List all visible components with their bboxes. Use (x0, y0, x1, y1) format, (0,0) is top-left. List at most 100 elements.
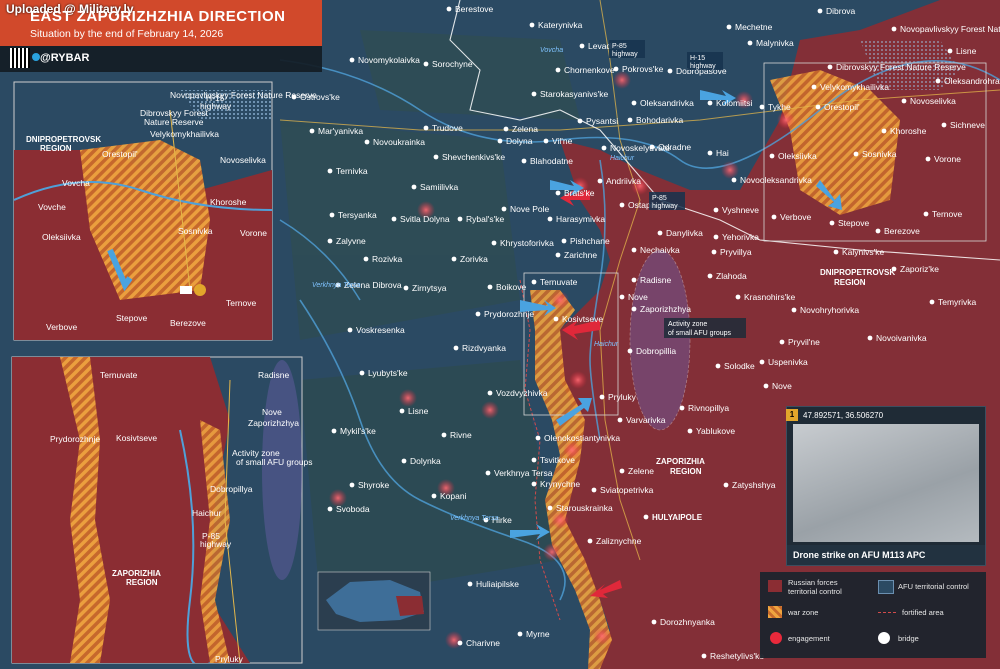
inset-tl-label: Vovche (38, 202, 66, 212)
place-label: Orestopil' (824, 102, 860, 112)
road-label-line2: highway (652, 203, 678, 210)
settlement-icon (853, 151, 859, 157)
region-label-line2: REGION (670, 467, 702, 476)
place-label: Samiilivka (420, 182, 459, 192)
road-label-line2: highway (612, 51, 638, 58)
settlement-icon (349, 57, 355, 63)
settlement-icon (403, 285, 409, 291)
place-label: Vyshneve (722, 205, 759, 215)
place-label: Lyubyts'ke (368, 368, 408, 378)
inset-tl-region: DNIPROPETROVSK (26, 135, 101, 144)
settlement-icon (411, 184, 417, 190)
settlement-icon (929, 299, 935, 305)
place-label: Starouskrainka (556, 503, 613, 513)
river-label: Haichur (594, 341, 619, 348)
place-label: Katerynivka (538, 20, 583, 30)
inset-bottom-left: Ternuvate Radisne NoveZaporizhzhya Prydoroz… (11, 356, 313, 664)
place-label: Mykil's'ke (340, 426, 376, 436)
settlement-icon (331, 428, 337, 434)
apc-icon (180, 286, 192, 294)
inset-bl-label: Nove (262, 407, 282, 417)
brand-handle[interactable]: @RYBAR (40, 52, 89, 64)
place-label: Dobropillia (636, 346, 676, 356)
settlement-icon (829, 220, 835, 226)
place-label: Zorivka (460, 254, 488, 264)
place-label: Oleksiivka (778, 151, 817, 161)
engagement-icon (569, 371, 587, 389)
settlement-icon (601, 145, 607, 151)
road-label-line2: highway (690, 63, 716, 70)
settlement-icon (833, 249, 839, 255)
place-label: Vozdvyzhivka (496, 388, 548, 398)
settlement-icon (363, 256, 369, 262)
settlement-icon (359, 370, 365, 376)
place-label: Lisne (408, 406, 429, 416)
settlement-icon (947, 48, 953, 54)
settlement-icon (925, 156, 931, 162)
inset-tl-label: Sosnivka (178, 226, 213, 236)
place-label: Zlahoda (716, 271, 747, 281)
settlement-icon (531, 457, 537, 463)
region-label: DNIPROPETROVSK (820, 268, 895, 277)
settlement-icon (631, 247, 637, 253)
place-label: Nove Pole (510, 204, 549, 214)
settlement-icon (423, 61, 429, 67)
settlement-icon (891, 26, 897, 32)
video-marker-icon[interactable] (194, 284, 206, 296)
place-label: Zelene (628, 466, 654, 476)
settlement-icon (923, 211, 929, 217)
region-label: ZAPORIZHIA (656, 457, 705, 466)
settlement-icon (491, 240, 497, 246)
place-label: Svitla Dolyna (400, 214, 450, 224)
place-label: Khrystoforivka (500, 238, 554, 248)
qr-code-icon[interactable] (10, 48, 30, 68)
place-label: Shevchenkivs'ke (442, 152, 505, 162)
telegram-icon[interactable] (32, 53, 40, 61)
place-label: Pryluky (608, 392, 637, 402)
settlement-icon (561, 238, 567, 244)
settlement-icon (517, 631, 523, 637)
place-label: Dolynka (410, 456, 441, 466)
place-label: Oleksandrivka (640, 98, 694, 108)
settlement-icon (651, 619, 657, 625)
settlement-icon (707, 100, 713, 106)
video-coordinates: 47.892571, 36.506270 (803, 411, 884, 420)
place-label: Dorozhnyanka (660, 617, 715, 627)
bridge-icon (878, 632, 890, 644)
settlement-icon (713, 234, 719, 240)
place-label: Rizdvyanka (462, 343, 506, 353)
place-label: Huliaipilske (476, 579, 519, 589)
settlement-icon (347, 327, 353, 333)
place-label: Kalynivs'ke (842, 247, 885, 257)
settlement-icon (521, 158, 527, 164)
inset-bl-label: Dobropillya (210, 484, 253, 494)
place-label: Brats'ke (564, 188, 595, 198)
place-label: Malynivka (756, 38, 794, 48)
place-label: Bohodarivka (636, 115, 684, 125)
video-panel[interactable]: 1 47.892571, 36.506270 Drone strike on A… (786, 406, 986, 566)
place-label: Oleksandrohrad (944, 76, 1000, 86)
settlement-icon (769, 153, 775, 159)
settlement-icon (811, 84, 817, 90)
place-label: Lisne (956, 46, 977, 56)
inset-bl-label: Zaporizhzhya (248, 418, 299, 428)
inset-bl-label: Prydorozhnje (50, 434, 100, 444)
inset-tl-label: Vovcha (62, 178, 90, 188)
place-label: Varvarivka (626, 415, 666, 425)
place-label: Sorochyne (432, 59, 473, 69)
settlement-icon (503, 126, 509, 132)
place-label: Zaporiz'ke (900, 264, 939, 274)
settlement-icon (587, 538, 593, 544)
video-frame[interactable] (793, 424, 979, 542)
settlement-icon (451, 256, 457, 262)
place-label: Uspenivka (768, 357, 808, 367)
inset-tl-label: Verbove (46, 322, 77, 332)
inset-bl-label: Radisne (258, 370, 289, 380)
settlement-icon (613, 66, 619, 72)
header-panel: Uploaded @ Military.lv EAST ZAPORIZHZHIA… (0, 0, 322, 72)
place-label: Yehorivka (722, 232, 759, 242)
inset-tl-label: Orestopil' (102, 149, 138, 159)
overview-minimap (317, 571, 431, 631)
legend-engagement: engagement (788, 634, 830, 643)
place-label: Novoukrainka (373, 137, 425, 147)
